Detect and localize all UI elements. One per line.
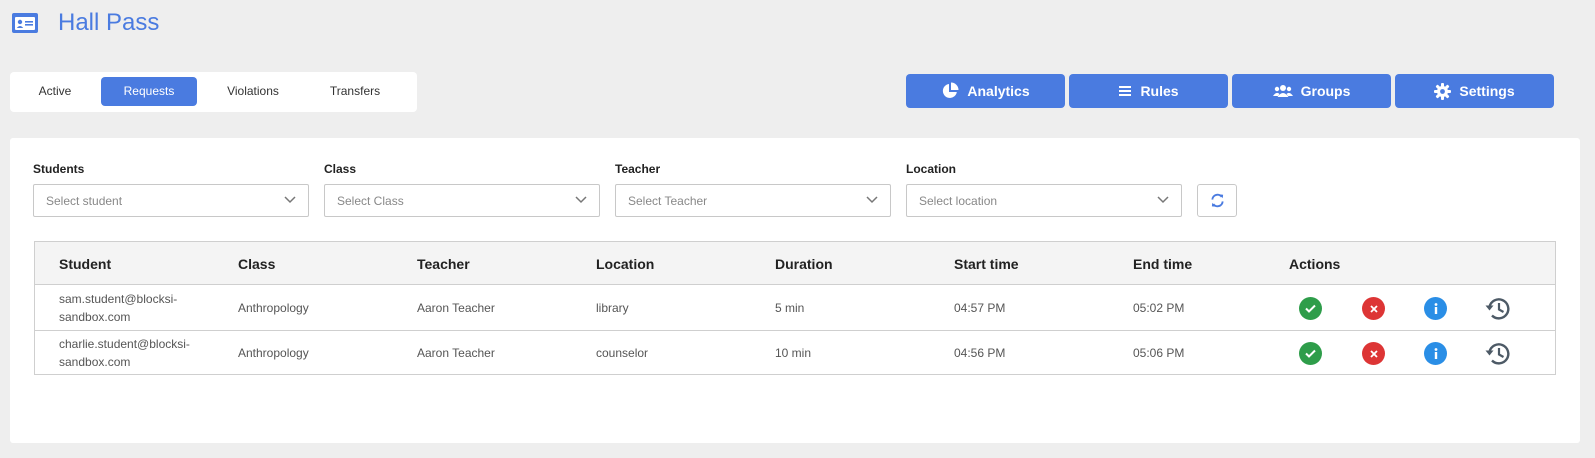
teacher-filter-label: Teacher: [615, 162, 661, 176]
refresh-icon: [1210, 193, 1224, 208]
info-button[interactable]: [1424, 297, 1447, 320]
location-cell: library: [596, 301, 629, 315]
refresh-button[interactable]: [1197, 184, 1237, 217]
table-row: charlie.student@blocksi- sandbox.com Ant…: [35, 330, 1555, 374]
column-header-duration[interactable]: Duration: [775, 256, 833, 272]
teacher-cell: Aaron Teacher: [417, 301, 495, 315]
end-time-cell: 05:06 PM: [1133, 346, 1185, 360]
info-icon: [1434, 348, 1437, 359]
class-select-placeholder: Select Class: [337, 193, 404, 208]
class-filter-label: Class: [324, 162, 357, 176]
student-email-line2: sandbox.com: [59, 310, 131, 324]
duration-cell: 10 min: [775, 346, 812, 360]
duration-cell: 5 min: [775, 301, 805, 315]
students-select-placeholder: Select student: [46, 193, 123, 208]
student-cell: charlie.student@blocksi- sandbox.com: [59, 335, 190, 371]
column-header-teacher[interactable]: Teacher: [417, 256, 470, 272]
end-time-cell: 05:02 PM: [1133, 301, 1185, 315]
location-select-placeholder: Select location: [919, 193, 998, 208]
location-select[interactable]: Select location: [906, 184, 1182, 217]
tab-bar: Active Requests Violations Transfers: [10, 72, 417, 112]
chevron-down-icon: [284, 196, 296, 204]
approve-icon: [1305, 304, 1316, 313]
chevron-down-icon: [1157, 196, 1169, 204]
analytics-label: Analytics: [967, 83, 1030, 99]
requests-panel: Students Select student Class Select Cla…: [10, 138, 1580, 443]
class-cell: Anthropology: [238, 346, 309, 360]
rules-button[interactable]: Rules: [1069, 74, 1228, 108]
page-title: Hall Pass: [58, 9, 160, 36]
start-time-cell: 04:56 PM: [954, 346, 1006, 360]
history-icon[interactable]: [1484, 295, 1512, 323]
id-card-icon: [12, 13, 38, 33]
tab-violations[interactable]: Violations: [205, 77, 301, 106]
class-cell: Anthropology: [238, 301, 309, 315]
class-select[interactable]: Select Class: [324, 184, 600, 217]
students-select[interactable]: Select student: [33, 184, 309, 217]
tab-transfers[interactable]: Transfers: [307, 77, 403, 106]
student-cell: sam.student@blocksi- sandbox.com: [59, 290, 177, 326]
deny-icon: [1369, 304, 1378, 313]
student-email-line1: sam.student@blocksi-: [59, 292, 178, 306]
deny-button[interactable]: [1362, 297, 1385, 320]
app-header: Hall Pass: [11, 9, 160, 36]
tab-active[interactable]: Active: [15, 77, 95, 106]
student-email-line2: sandbox.com: [59, 355, 131, 369]
table-header: Student Class Teacher Location Duration …: [35, 242, 1555, 285]
tab-requests[interactable]: Requests: [101, 77, 197, 106]
teacher-select[interactable]: Select Teacher: [615, 184, 891, 217]
teacher-select-placeholder: Select Teacher: [628, 193, 708, 208]
settings-label: Settings: [1459, 83, 1515, 99]
history-icon[interactable]: [1484, 340, 1512, 368]
approve-icon: [1305, 349, 1316, 358]
info-icon: [1434, 303, 1437, 314]
column-header-end-time[interactable]: End time: [1133, 256, 1192, 272]
groups-button[interactable]: Groups: [1232, 74, 1391, 108]
chevron-down-icon: [866, 196, 878, 204]
analytics-button[interactable]: Analytics: [906, 74, 1065, 108]
column-header-class[interactable]: Class: [238, 256, 275, 272]
gear-icon: [1434, 82, 1452, 100]
table-row: sam.student@blocksi- sandbox.com Anthrop…: [35, 286, 1555, 330]
location-cell: counselor: [596, 346, 649, 360]
rules-label: Rules: [1140, 83, 1179, 99]
list-icon: [1119, 86, 1132, 96]
start-time-cell: 04:57 PM: [954, 301, 1006, 315]
requests-table: Student Class Teacher Location Duration …: [34, 241, 1556, 375]
groups-label: Groups: [1300, 83, 1351, 99]
approve-button[interactable]: [1299, 342, 1322, 365]
settings-button[interactable]: Settings: [1395, 74, 1554, 108]
users-icon: [1272, 85, 1293, 97]
column-header-location[interactable]: Location: [596, 256, 654, 272]
deny-icon: [1369, 349, 1378, 358]
approve-button[interactable]: [1299, 297, 1322, 320]
students-filter-label: Students: [33, 162, 85, 176]
teacher-cell: Aaron Teacher: [417, 346, 495, 360]
student-email-line1: charlie.student@blocksi-: [59, 337, 190, 351]
column-header-actions: Actions: [1289, 256, 1341, 272]
chevron-down-icon: [575, 196, 587, 204]
pie-chart-icon: [943, 82, 959, 98]
location-filter-label: Location: [906, 162, 956, 176]
info-button[interactable]: [1424, 342, 1447, 365]
column-header-student[interactable]: Student: [59, 256, 111, 272]
deny-button[interactable]: [1362, 342, 1385, 365]
column-header-start-time[interactable]: Start time: [954, 256, 1019, 272]
